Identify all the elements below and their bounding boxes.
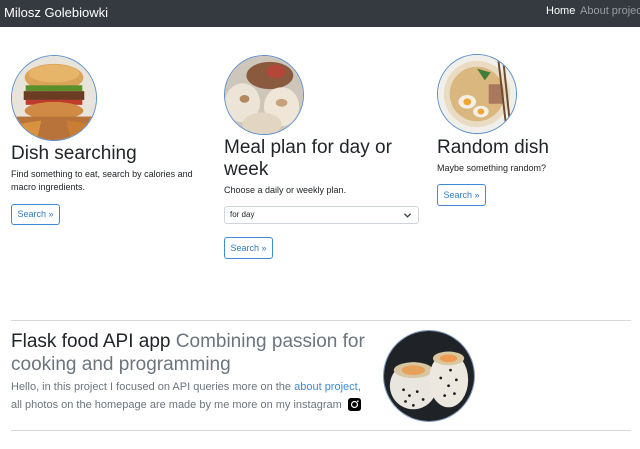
ramen-photo — [437, 54, 517, 134]
section-divider-top — [11, 320, 631, 321]
dumplings-photo — [224, 55, 304, 135]
card-text-dish-searching: Find something to eat, search by calorie… — [11, 169, 193, 192]
plan-period-select-value: for day — [230, 210, 255, 219]
navbar: Milosz Golebiowki Home About project — [0, 0, 640, 27]
feature-lead-text-before: Hello, in this project I focused on API … — [11, 381, 295, 393]
nav-link-home[interactable]: Home — [546, 5, 575, 17]
dish-search-button[interactable]: Search » — [11, 204, 60, 225]
feature-lead: Hello, in this project I focused on API … — [11, 378, 371, 414]
feature-heading-main: Flask food API app — [11, 331, 171, 352]
instagram-icon[interactable] — [347, 398, 361, 411]
card-text-random-dish: Maybe something random? — [437, 163, 547, 173]
navbar-brand[interactable]: Milosz Golebiowki — [4, 5, 108, 20]
random-dish-search-button[interactable]: Search » — [437, 184, 486, 206]
meal-plan-search-button[interactable]: Search » — [224, 237, 273, 259]
about-project-link[interactable]: about project — [294, 381, 358, 393]
nav-link-about-project[interactable]: About project — [580, 5, 640, 17]
section-divider-bottom — [11, 430, 631, 431]
feature-heading: Flask food API app Combining passion for… — [11, 330, 381, 376]
card-title-meal-plan: Meal plan for day or week — [224, 137, 392, 180]
card-title-random-dish: Random dish — [437, 137, 549, 158]
plan-period-select[interactable]: for day — [224, 206, 419, 224]
card-title-dish-searching: Dish searching — [11, 143, 137, 164]
burger-photo — [11, 55, 97, 141]
chevron-down-icon — [403, 213, 412, 218]
sushi-photo — [383, 330, 475, 422]
card-text-meal-plan: Choose a daily or weekly plan. — [224, 185, 347, 195]
